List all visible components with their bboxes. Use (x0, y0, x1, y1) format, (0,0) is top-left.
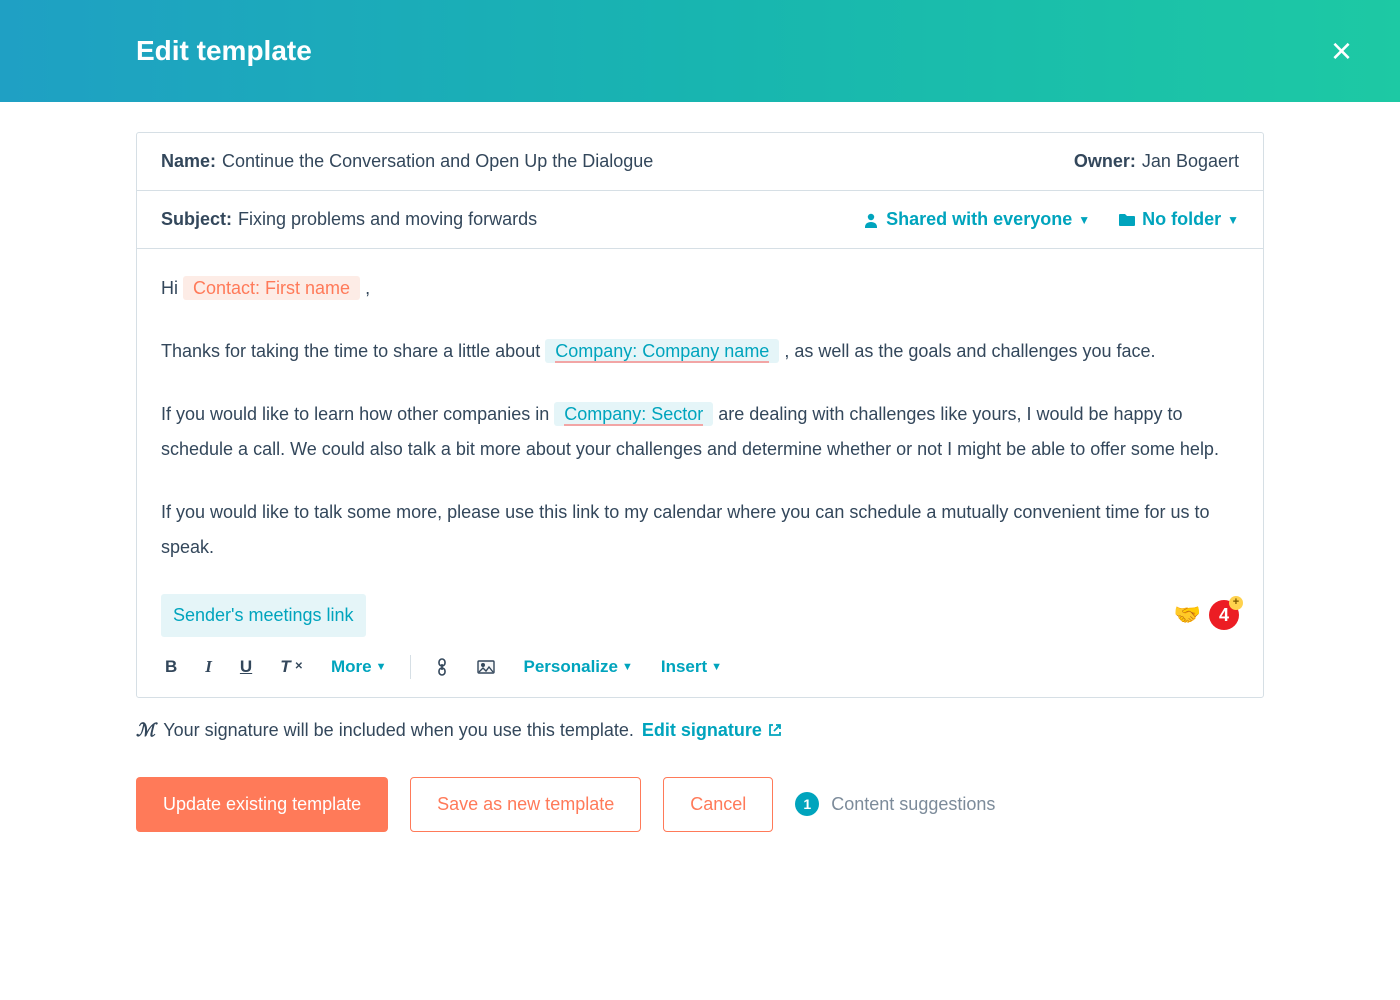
chevron-down-icon: ▼ (376, 661, 387, 673)
cancel-button[interactable]: Cancel (663, 777, 773, 832)
close-icon[interactable]: × (1331, 33, 1352, 69)
link-button[interactable] (431, 656, 453, 678)
folder-label: No folder (1142, 209, 1221, 230)
clear-format-button[interactable]: T✕ (276, 655, 307, 679)
email-body-editor[interactable]: Hi Contact: First name , Thanks for taki… (137, 249, 1263, 651)
template-card: Name: Continue the Conversation and Open… (136, 132, 1264, 698)
chevron-down-icon: ▼ (1227, 213, 1239, 227)
handshake-icon[interactable]: 🤝 (1174, 594, 1201, 637)
subject-value[interactable]: Fixing problems and moving forwards (238, 209, 537, 230)
suggestions-count-badge: 1 (795, 792, 819, 816)
shared-label: Shared with everyone (886, 209, 1072, 230)
external-link-icon (768, 723, 782, 737)
footer-actions: Update existing template Save as new tem… (136, 777, 1264, 832)
update-template-button[interactable]: Update existing template (136, 777, 388, 832)
suggestions-label: Content suggestions (831, 794, 995, 815)
subject-label: Subject: (161, 209, 232, 230)
greeting-line: Hi Contact: First name , (161, 271, 1239, 306)
modal-header: Edit template × (0, 0, 1400, 102)
chevron-down-icon: ▼ (622, 661, 633, 673)
notification-badge[interactable]: 4 (1209, 600, 1239, 630)
token-company-name[interactable]: Company: Company name (545, 339, 779, 363)
paragraph-1: Thanks for taking the time to share a li… (161, 334, 1239, 369)
separator (410, 655, 411, 679)
underline-button[interactable]: U (236, 655, 256, 679)
chevron-down-icon: ▼ (711, 661, 722, 673)
more-dropdown[interactable]: More ▼ (327, 655, 391, 679)
personalize-dropdown[interactable]: Personalize ▼ (519, 655, 636, 679)
editor-toolbar: B I U T✕ More ▼ Personalize ▼ Insert ▼ (137, 651, 1263, 697)
token-contact-firstname[interactable]: Contact: First name (183, 276, 360, 300)
chevron-down-icon: ▼ (1078, 213, 1090, 227)
paragraph-2: If you would like to learn how other com… (161, 397, 1239, 467)
image-button[interactable] (473, 658, 499, 676)
owner-value: Jan Bogaert (1142, 151, 1239, 172)
paragraph-3: If you would like to talk some more, ple… (161, 495, 1239, 565)
name-label: Name: (161, 151, 216, 172)
signature-text: Your signature will be included when you… (163, 720, 634, 741)
insert-dropdown[interactable]: Insert ▼ (657, 655, 726, 679)
content-suggestions[interactable]: 1 Content suggestions (795, 792, 995, 816)
person-icon (862, 212, 880, 228)
signature-icon: ℳ (136, 720, 155, 741)
bold-button[interactable]: B (161, 655, 181, 679)
name-value[interactable]: Continue the Conversation and Open Up th… (222, 151, 653, 172)
token-company-sector[interactable]: Company: Sector (554, 402, 713, 426)
shared-dropdown[interactable]: Shared with everyone ▼ (862, 209, 1090, 230)
reaction-corner: 🤝 4 (1174, 594, 1239, 637)
modal-title: Edit template (136, 35, 312, 67)
edit-signature-link[interactable]: Edit signature (642, 720, 782, 741)
italic-button[interactable]: I (201, 655, 216, 679)
signature-note: ℳ Your signature will be included when y… (136, 720, 1264, 741)
subject-row: Subject: Fixing problems and moving forw… (137, 191, 1263, 249)
save-new-template-button[interactable]: Save as new template (410, 777, 641, 832)
token-meetings-link[interactable]: Sender's meetings link (161, 594, 366, 637)
owner-label: Owner: (1074, 151, 1136, 172)
folder-dropdown[interactable]: No folder ▼ (1118, 209, 1239, 230)
name-owner-row: Name: Continue the Conversation and Open… (137, 133, 1263, 191)
folder-icon (1118, 213, 1136, 227)
